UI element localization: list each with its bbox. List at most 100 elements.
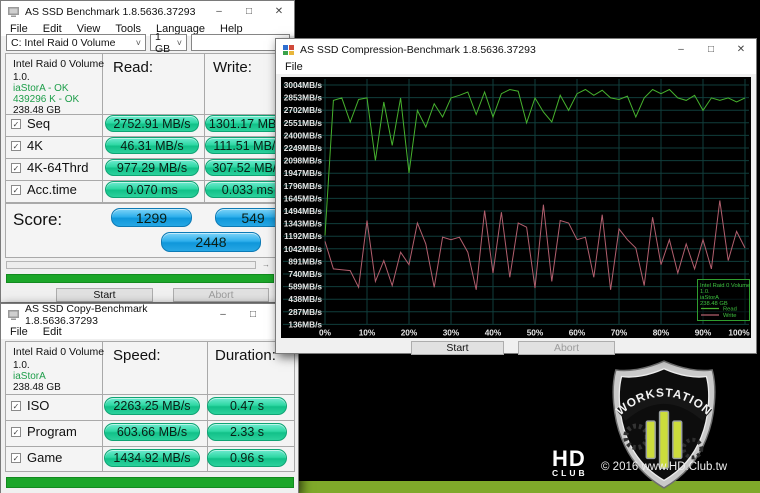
start-button[interactable]: Start: [56, 288, 153, 302]
4k-checkbox[interactable]: ✓: [11, 141, 21, 151]
score-label: Score:: [13, 210, 63, 229]
svg-text:80%: 80%: [653, 327, 670, 337]
titlebar[interactable]: AS SSD Copy-Benchmark 1.8.5636.37293 – □…: [1, 303, 298, 327]
game-speed-pill: 1434.92 MB/s: [104, 449, 200, 467]
svg-text:2853MB/s: 2853MB/s: [284, 93, 323, 103]
program-speed-pill: 603.66 MB/s: [104, 423, 200, 441]
abort-button[interactable]: Abort: [518, 341, 615, 355]
speed-column-header: Speed:: [113, 347, 161, 364]
svg-text:2702MB/s: 2702MB/s: [284, 105, 323, 115]
svg-text:1645MB/s: 1645MB/s: [284, 193, 323, 203]
titlebar[interactable]: AS SSD Compression-Benchmark 1.8.5636.37…: [276, 39, 756, 61]
svg-text:2551MB/s: 2551MB/s: [284, 118, 323, 128]
svg-text:1042MB/s: 1042MB/s: [284, 244, 323, 254]
maximize-button[interactable]: □: [238, 304, 268, 326]
test-size-select[interactable]: 1 GB ˅: [150, 31, 187, 55]
drive-capacity: 238.48 GB: [13, 105, 61, 116]
hd-logo-text: HD: [552, 446, 586, 471]
write-column-header: Write:: [213, 59, 252, 76]
svg-text:2249MB/s: 2249MB/s: [284, 143, 323, 153]
hd-club-logo: HD CLUB: [552, 446, 588, 479]
button-strip: [277, 338, 755, 353]
window-title: AS SSD Benchmark 1.8.5636.37293: [25, 6, 196, 18]
svg-text:60%: 60%: [569, 327, 586, 337]
shield-bar-middle: [658, 410, 670, 470]
iso-label: ISO: [27, 398, 50, 413]
menu-file[interactable]: File: [10, 327, 28, 338]
drive-capacity: 238.48 GB: [13, 382, 61, 393]
svg-text:Read: Read: [723, 307, 737, 313]
game-label: Game: [27, 450, 63, 465]
copy-progress-bar: [6, 477, 294, 488]
seq-read-pill: 2752.91 MB/s: [105, 115, 199, 132]
as-ssd-compression-benchmark-window: AS SSD Compression-Benchmark 1.8.5636.37…: [275, 38, 757, 355]
menubar: File Edit: [1, 326, 298, 339]
app-icon: [283, 45, 294, 55]
acctime-checkbox[interactable]: ✓: [11, 185, 21, 195]
svg-text:Write: Write: [723, 313, 736, 319]
compression-chart: 3004MB/s 2853MB/s 2702MB/s 2551MB/s 2400MB/s…: [281, 77, 751, 338]
svg-text:1343MB/s: 1343MB/s: [284, 219, 323, 229]
close-button[interactable]: ✕: [726, 39, 756, 61]
drive-alignment-status: 439296 K - OK: [13, 94, 80, 105]
svg-text:0%: 0%: [319, 327, 332, 337]
seq-checkbox[interactable]: ✓: [11, 119, 21, 129]
status-arrow-icon: →: [262, 260, 270, 269]
total-score-pill: 2448: [161, 232, 261, 252]
drive-select-value: C: Intel Raid 0 Volume: [11, 36, 116, 49]
minimize-button[interactable]: –: [208, 304, 238, 326]
svg-text:70%: 70%: [611, 327, 628, 337]
read-column-header: Read:: [113, 59, 154, 76]
svg-text:589MB/s: 589MB/s: [288, 282, 322, 292]
window-title: AS SSD Copy-Benchmark 1.8.5636.37293: [25, 303, 148, 327]
svg-text:50%: 50%: [527, 327, 544, 337]
drive-driver-status: iaStorA - OK: [13, 83, 69, 94]
drive-version: 1.0.: [13, 72, 30, 83]
menu-file[interactable]: File: [285, 62, 303, 73]
drive-select[interactable]: C: Intel Raid 0 Volume ˅: [6, 34, 146, 51]
iso-checkbox[interactable]: ✓: [11, 401, 21, 411]
iso-duration-pill: 0.47 s: [207, 397, 287, 415]
svg-text:90%: 90%: [695, 327, 712, 337]
drive-name: Intel Raid 0 Volume: [13, 346, 105, 358]
size-select-value: 1 GB: [155, 30, 171, 55]
table-divider: [6, 394, 294, 395]
svg-text:3004MB/s: 3004MB/s: [284, 80, 323, 90]
svg-text:2098MB/s: 2098MB/s: [284, 156, 323, 166]
read-score-pill: 1299: [111, 208, 192, 227]
titlebar[interactable]: AS SSD Benchmark 1.8.5636.37293 – □ ✕: [1, 1, 294, 23]
seq-label: Seq: [27, 116, 51, 131]
close-button[interactable]: ✕: [264, 1, 294, 23]
maximize-button[interactable]: □: [234, 1, 264, 23]
menubar: File: [276, 61, 756, 74]
game-duration-pill: 0.96 s: [207, 449, 287, 467]
svg-text:20%: 20%: [401, 327, 418, 337]
table-divider: [6, 420, 294, 421]
club-logo-text: CLUB: [552, 468, 588, 478]
copyright-text: © 2016 www.HD.Club.tw: [601, 461, 728, 473]
4k64-label: 4K-64Thrd: [27, 160, 89, 175]
drive-version: 1.0.: [13, 360, 30, 371]
minimize-button[interactable]: –: [204, 1, 234, 23]
maximize-button[interactable]: □: [696, 39, 726, 61]
program-checkbox[interactable]: ✓: [11, 427, 21, 437]
shield-bar-right: [672, 420, 683, 460]
start-button[interactable]: Start: [411, 341, 504, 355]
as-ssd-copy-benchmark-window: AS SSD Copy-Benchmark 1.8.5636.37293 – □…: [0, 303, 299, 493]
minimize-button[interactable]: –: [666, 39, 696, 61]
svg-text:30%: 30%: [443, 327, 460, 337]
status-bar: [6, 261, 256, 269]
table-divider: [6, 446, 294, 447]
4k64-read-pill: 977.29 MB/s: [105, 159, 199, 176]
svg-text:2400MB/s: 2400MB/s: [284, 130, 323, 140]
abort-button[interactable]: Abort: [173, 288, 269, 302]
app-icon: [8, 7, 19, 17]
svg-text:891MB/s: 891MB/s: [288, 256, 322, 266]
game-checkbox[interactable]: ✓: [11, 453, 21, 463]
svg-text:1494MB/s: 1494MB/s: [284, 206, 323, 216]
svg-text:287MB/s: 287MB/s: [288, 307, 322, 317]
table-divider: [102, 342, 103, 471]
program-duration-pill: 2.33 s: [207, 423, 287, 441]
menu-edit[interactable]: Edit: [43, 327, 62, 338]
4k64-checkbox[interactable]: ✓: [11, 163, 21, 173]
